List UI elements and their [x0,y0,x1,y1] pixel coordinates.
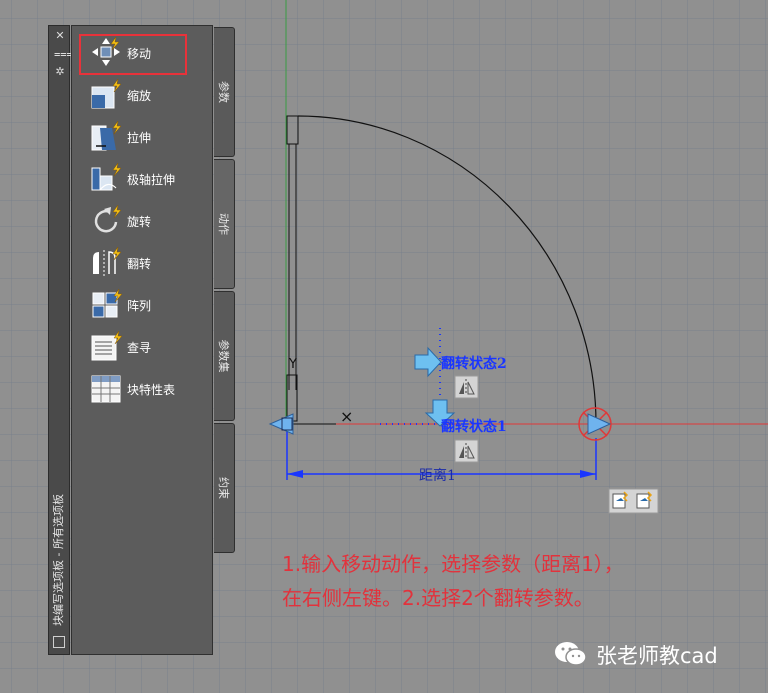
flip-state-2-grip[interactable] [414,346,442,378]
palette-item-flip[interactable]: 翻转 [90,246,206,280]
palette-item-label: 缩放 [127,89,152,103]
distance-arrowhead-right [580,470,596,478]
polar-stretch-icon [91,162,122,191]
palette-item-label: 旋转 [127,215,152,229]
palette-item-lookup[interactable]: 查寻 [90,330,206,364]
palette-content: 移动 缩放 拉伸 极轴拉伸 旋转 翻转 阵列 查寻 块特性表 [71,25,213,655]
palette-item-scale[interactable]: 缩放 [90,78,206,112]
instruction-line-2: 在右侧左键。2.选择2个翻转参数。 [282,586,594,610]
palette-item-label: 拉伸 [127,131,152,145]
tab-parameter-sets[interactable]: 参数集 [214,291,235,421]
palette-item-stretch[interactable]: 拉伸 [90,120,206,154]
distance-parameter-label[interactable]: 距离1 [419,465,456,485]
distance-arrowhead-left [287,470,303,478]
properties-icon[interactable]: ✲ [54,66,66,78]
palette-item-label: 翻转 [127,257,152,271]
selected-item-highlight [79,34,187,75]
palette-item-block-properties-table[interactable]: 块特性表 [90,372,206,406]
door-hinge-block [286,115,299,145]
ucs-x-label: × [340,407,353,426]
tab-parameters[interactable]: 参数 [214,27,235,157]
tab-actions[interactable]: 动作 [214,159,235,289]
tab-constraints[interactable]: 约束 [214,423,235,553]
base-point-grip[interactable] [268,413,294,435]
flip-action-badge-2[interactable] [454,375,479,399]
palette-item-polar-stretch[interactable]: 极轴拉伸 [90,162,206,196]
wechat-icon [555,642,587,666]
palette-item-label: 块特性表 [127,383,176,397]
ucs-y-label: Y [288,357,297,372]
flip-state-2-label[interactable]: 翻转状态2 [441,353,507,373]
door-swing-arc [297,115,597,425]
move-action-badges[interactable] [608,488,659,514]
stretch-icon [91,120,122,151]
palette-item-label: 极轴拉伸 [127,173,176,187]
palette-item-rotate[interactable]: 旋转 [90,204,206,238]
flip-state-1-label[interactable]: 翻转状态1 [441,416,507,436]
palette-item-label: 查寻 [127,341,152,355]
rotate-icon [94,204,122,233]
lookup-icon [91,330,122,361]
block-authoring-palette: ✕ ⩶ ✲ 块编写选项板 - 所有选项板 移动 缩放 拉伸 极轴拉伸 旋转 翻转… [48,25,238,655]
palette-title-bar[interactable]: ✕ ⩶ ✲ 块编写选项板 - 所有选项板 [48,25,73,655]
palette-title: 块编写选项板 - 所有选项板 [52,494,65,626]
palette-item-array[interactable]: 阵列 [90,288,206,322]
watermark: 张老师教cad [552,638,718,670]
palette-menu-icon[interactable] [53,636,65,648]
tab-label: 参数 [217,81,230,103]
close-icon[interactable]: ✕ [54,30,66,42]
flip-icon [93,246,122,276]
tab-label: 动作 [217,213,230,235]
array-icon [92,288,122,318]
tab-label: 约束 [217,477,230,499]
block-properties-table-icon [91,375,121,403]
instruction-line-1: 1.输入移动动作，选择参数（距离1）， [282,552,624,576]
autohide-icon[interactable]: ⩶ [54,48,73,60]
flip-action-badge-1[interactable] [454,439,479,463]
tab-label: 参数集 [217,339,230,373]
scale-icon [91,78,122,109]
watermark-text: 张老师教cad [596,644,718,668]
palette-item-label: 阵列 [127,299,152,313]
